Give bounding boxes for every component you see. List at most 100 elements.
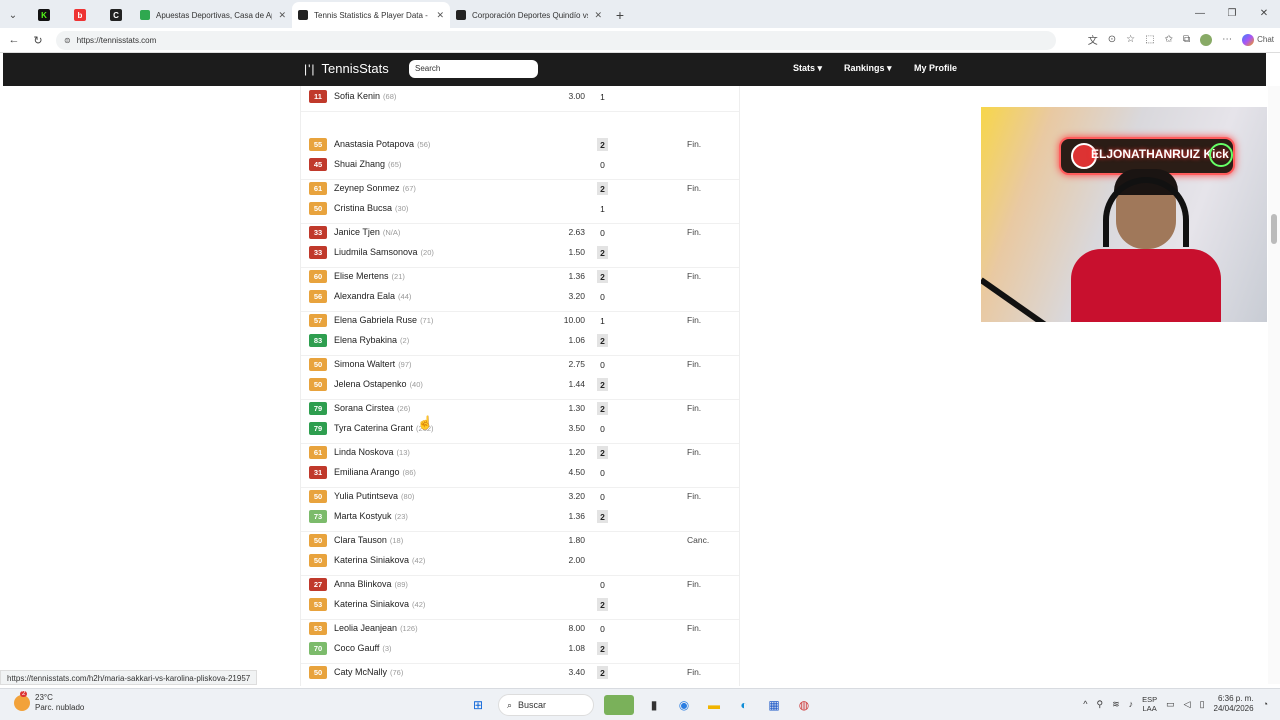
player-name-cell[interactable]: Anna Blinkova (89)	[334, 579, 408, 589]
translate-icon[interactable]: 文	[1088, 32, 1098, 47]
widgets-landscape-icon[interactable]	[604, 695, 634, 715]
player-name-cell[interactable]: Elena Gabriela Ruse (71)	[334, 315, 433, 325]
player-name-cell[interactable]: Liudmila Samsonova (20)	[334, 247, 434, 257]
site-logo[interactable]: |'| TennisStats	[304, 61, 389, 76]
minimize-button[interactable]: —	[1184, 0, 1216, 26]
player-row[interactable]: 11 Sofia Kenin (68) 3.00 1	[301, 87, 739, 107]
player-name-cell[interactable]: Elise Mertens (21)	[334, 271, 405, 281]
player-name-cell[interactable]: Marta Kostyuk (23)	[334, 511, 408, 521]
player-row[interactable]: 73 Marta Kostyuk (23) 1.36 2	[301, 507, 739, 527]
more-menu-icon[interactable]: ⋯	[1222, 34, 1232, 45]
player-row[interactable]: 53 Leolia Jeanjean (126) 8.00 0	[301, 619, 739, 639]
player-row[interactable]: 50 Jelena Ostapenko (40) 1.44 2	[301, 375, 739, 395]
player-name-cell[interactable]: Clara Tauson (18)	[334, 535, 403, 545]
player-name-cell[interactable]: Anastasia Potapova (56)	[334, 139, 430, 149]
tab-list-chevron-icon[interactable]: ⌄	[0, 2, 26, 28]
close-window-button[interactable]: ✕	[1248, 0, 1280, 26]
player-name-cell[interactable]: Cristina Bucsa (30)	[334, 203, 408, 213]
network-icon[interactable]: ⚲	[1096, 699, 1103, 710]
player-name-cell[interactable]: Shuai Zhang (65)	[334, 159, 401, 169]
player-name-cell[interactable]: Linda Noskova (13)	[334, 447, 410, 457]
page-scrollbar[interactable]	[1268, 86, 1280, 684]
player-row[interactable]: 50 Caty McNally (76) 3.40 2	[301, 663, 739, 683]
pinned-tab-red[interactable]: b	[62, 2, 98, 28]
player-row[interactable]: 79 Tyra Caterina Grant (262) 3.50 0	[301, 419, 739, 439]
site-info-icon[interactable]: ⊜	[64, 36, 71, 45]
start-windows-icon[interactable]: ⊞	[468, 695, 488, 715]
player-name-cell[interactable]: Zeynep Sonmez (67)	[334, 183, 416, 193]
player-name-cell[interactable]: Caty McNally (76)	[334, 667, 403, 677]
url-field[interactable]: ⊜ https://tennisstats.com	[56, 30, 1056, 50]
browser-tab[interactable]: Tennis Statistics & Player Data - Te ✕	[292, 2, 450, 28]
player-row[interactable]: 31 Emiliana Arango (86) 4.50 0	[301, 463, 739, 483]
player-name-cell[interactable]: Katerina Siniakova (42)	[334, 555, 425, 565]
close-tab-icon[interactable]: ✕	[594, 10, 602, 21]
player-name-cell[interactable]: Leolia Jeanjean (126)	[334, 623, 418, 633]
file-explorer-icon[interactable]: ▬	[704, 695, 724, 715]
player-row[interactable]: 79 Sorana Cirstea (26) 1.30 2	[301, 399, 739, 419]
player-row[interactable]: 57 Elena Gabriela Ruse (71) 10.00 1	[301, 311, 739, 331]
player-row[interactable]: 78Victoria Mboko(10)1.330	[301, 683, 739, 686]
player-row[interactable]: 50 Yulia Putintseva (80) 3.20 0	[301, 487, 739, 507]
player-row[interactable]: 70 Coco Gauff (3) 1.08 2	[301, 639, 739, 659]
player-row[interactable]: 53 Katerina Siniakova (42) 2	[301, 595, 739, 615]
player-row[interactable]: 56 Alexandra Eala (44) 3.20 0	[301, 287, 739, 307]
copilot-app-icon[interactable]: ◉	[674, 695, 694, 715]
browser-tab[interactable]: Corporación Deportes Quindío vs ✕	[450, 2, 608, 28]
player-name-cell[interactable]: Elena Rybakina (2)	[334, 335, 409, 345]
edge-browser-icon[interactable]: ◐	[734, 695, 754, 715]
app-red-badge-icon[interactable]: ◍	[794, 695, 814, 715]
menu-stats[interactable]: Stats ▾	[793, 63, 822, 74]
player-row[interactable]: 60 Elise Mertens (21) 1.36 2	[301, 267, 739, 287]
favorite-star-icon[interactable]: ☆	[1126, 34, 1135, 45]
player-name-cell[interactable]: Katerina Siniakova (42)	[334, 599, 425, 609]
pinned-tab-c[interactable]: C	[98, 2, 134, 28]
player-name-cell[interactable]: Janice Tjen (N/A)	[334, 227, 400, 237]
new-tab-button[interactable]: +	[608, 2, 632, 28]
profile-avatar[interactable]	[1200, 33, 1213, 46]
volume-icon[interactable]: ◁	[1184, 699, 1191, 710]
reload-icon[interactable]: ↻	[26, 28, 50, 52]
notifications-icon[interactable]: ◔	[1263, 699, 1268, 709]
favorites-icon[interactable]: ✩	[1165, 34, 1173, 45]
menu-my-profile[interactable]: My Profile	[914, 63, 957, 73]
player-name-cell[interactable]: Simona Waltert (97)	[334, 359, 412, 369]
player-row[interactable]: 61 Zeynep Sonmez (67) 2	[301, 179, 739, 199]
player-name-cell[interactable]: Alexandra Eala (44)	[334, 291, 411, 301]
reader-icon[interactable]: ⊙	[1108, 34, 1116, 45]
player-name-cell[interactable]: Emiliana Arango (86)	[334, 467, 416, 477]
store-icon[interactable]: ▦	[764, 695, 784, 715]
menu-rankings[interactable]: Rankings ▾	[844, 63, 892, 74]
player-row[interactable]: 50 Clara Tauson (18) 1.80	[301, 531, 739, 551]
battery-icon[interactable]: ▯	[1200, 699, 1205, 710]
player-name-cell[interactable]: Jelena Ostapenko (40)	[334, 379, 423, 389]
back-arrow-icon[interactable]: ←	[2, 28, 26, 52]
copilot-chat-button[interactable]: Chat	[1242, 33, 1274, 46]
player-row[interactable]: 61 Linda Noskova (13) 1.20 2	[301, 443, 739, 463]
player-row[interactable]: 50 Katerina Siniakova (42) 2.00	[301, 551, 739, 571]
language-indicator[interactable]: ESP LAA	[1142, 695, 1157, 713]
player-row[interactable]: 33 Janice Tjen (N/A) 2.63 0	[301, 223, 739, 243]
player-row[interactable]: 50 Cristina Bucsa (30) 1	[301, 199, 739, 219]
collections-icon[interactable]: ⧉	[1183, 34, 1190, 45]
player-row[interactable]: 33 Liudmila Samsonova (20) 1.50 2	[301, 243, 739, 263]
player-name-cell[interactable]: Sorana Cirstea (26)	[334, 403, 410, 413]
player-row[interactable]: 50 Simona Waltert (97) 2.75 0	[301, 355, 739, 375]
player-name-cell[interactable]: Yulia Putintseva (80)	[334, 491, 414, 501]
close-tab-icon[interactable]: ✕	[436, 10, 444, 21]
maximize-button[interactable]: ❐	[1216, 0, 1248, 26]
player-row[interactable]: 27 Anna Blinkova (89) 0	[301, 575, 739, 595]
player-name-cell[interactable]: Coco Gauff (3)	[334, 643, 392, 653]
clock[interactable]: 6:36 p. m. 24/04/2026	[1214, 694, 1254, 714]
player-row[interactable]: 55 Anastasia Potapova (56) 2	[301, 135, 739, 155]
player-row[interactable]: 83 Elena Rybakina (2) 1.06 2	[301, 331, 739, 351]
microphone-icon[interactable]: ♪	[1129, 699, 1134, 709]
pinned-tab-kick[interactable]: K	[26, 2, 62, 28]
tray-chevron-icon[interactable]: ^	[1083, 699, 1087, 709]
close-tab-icon[interactable]: ✕	[278, 10, 286, 21]
extensions-icon[interactable]: ⬚	[1145, 34, 1154, 45]
taskbar-search[interactable]: ⌕ Buscar	[498, 694, 594, 716]
player-name-cell[interactable]: Sofia Kenin (68)	[334, 91, 396, 101]
player-row[interactable]: 45 Shuai Zhang (65) 0	[301, 155, 739, 175]
browser-tab[interactable]: Apuestas Deportivas, Casa de Ap... ✕	[134, 2, 292, 28]
